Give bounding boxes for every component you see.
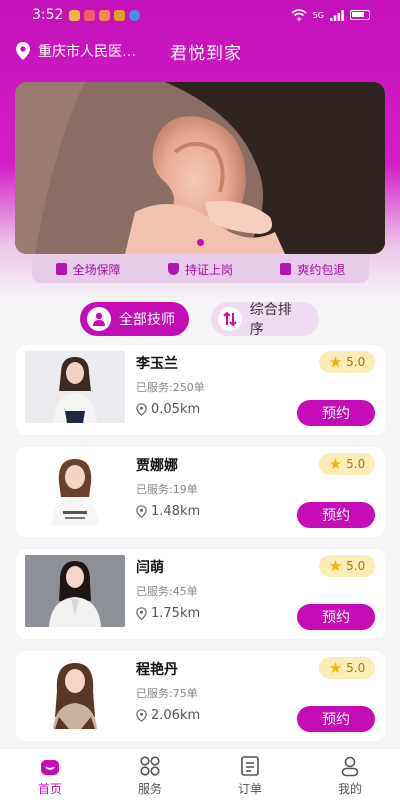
location-pin-icon	[136, 505, 147, 518]
guarantee-item: 全场保障	[55, 261, 121, 278]
guarantee-label: 持证上岗	[184, 262, 233, 277]
technician-name: 程艳丹	[136, 662, 178, 678]
notification-icon	[69, 9, 81, 21]
service-count: 已服务:250单	[136, 381, 205, 394]
star-icon: ★	[328, 454, 343, 473]
location-selector[interactable]: 重庆市人民医…	[38, 41, 156, 61]
refund-icon	[280, 263, 292, 275]
rating-value: 5.0	[346, 457, 366, 471]
book-button[interactable]: 预约	[297, 706, 375, 732]
rating-badge: ★ 5.0	[319, 657, 375, 679]
guarantee-item: 持证上岗	[167, 261, 233, 278]
guarantee-label: 爽约包退	[297, 262, 346, 277]
distance-value: 1.75km	[151, 606, 201, 621]
nav-label: 服务	[137, 782, 162, 796]
tab-label: 全部技师	[119, 312, 175, 328]
technician-card[interactable]: 贾娜娜 已服务:19单 1.48km ★ 5.0 预约	[16, 447, 385, 537]
tab-sort[interactable]: 综合排序	[211, 302, 319, 338]
distance-value: 0.05km	[151, 402, 201, 417]
rating-value: 5.0	[346, 559, 366, 573]
nav-label: 订单	[237, 782, 262, 796]
notification-icon	[114, 9, 126, 21]
badge-icon	[55, 263, 67, 275]
status-bar: 3:52 5G	[0, 0, 400, 30]
technician-photo	[25, 351, 125, 423]
notification-icon	[84, 9, 96, 21]
nav-item-profile[interactable]: 我的	[300, 755, 400, 797]
service-count: 已服务:19单	[136, 483, 198, 496]
book-button[interactable]: 预约	[297, 604, 375, 630]
nav-item-orders[interactable]: 订单	[200, 755, 300, 797]
nav-label: 我的	[337, 782, 362, 796]
technician-name: 贾娜娜	[136, 458, 178, 474]
star-icon: ★	[328, 658, 343, 677]
promo-banner[interactable]	[15, 82, 385, 254]
location-pin-icon	[136, 709, 147, 722]
technician-name: 闫萌	[136, 560, 164, 576]
tab-all-technicians[interactable]: 全部技师	[80, 302, 189, 336]
rating-badge: ★ 5.0	[319, 351, 375, 373]
nav-item-home[interactable]: 首页	[0, 755, 100, 797]
rating-badge: ★ 5.0	[319, 453, 375, 475]
guarantee-item: 爽约包退	[280, 261, 345, 278]
technician-card[interactable]: 程艳丹 已服务:75单 2.06km ★ 5.0 预约	[16, 651, 385, 741]
guarantee-bar: 全场保障 持证上岗 爽约包退	[32, 255, 369, 283]
grid-icon	[140, 756, 160, 776]
technician-name: 李玉兰	[136, 356, 178, 372]
technician-photo	[25, 453, 125, 525]
signal-icon	[330, 9, 344, 21]
star-icon: ★	[328, 352, 343, 371]
carousel-indicator[interactable]	[197, 239, 204, 246]
network-label: 5G	[312, 10, 324, 20]
wifi-icon	[291, 9, 307, 21]
person-icon	[87, 307, 111, 331]
sort-icon	[218, 307, 242, 331]
distance-row: 2.06km	[136, 708, 200, 723]
status-time: 3:52	[32, 7, 64, 23]
service-count: 已服务:45单	[136, 585, 198, 598]
technician-photo	[25, 657, 125, 729]
distance-value: 2.06km	[151, 708, 201, 723]
nav-label: 首页	[37, 782, 62, 796]
distance-row: 1.48km	[136, 504, 200, 519]
book-button[interactable]: 预约	[297, 400, 375, 426]
technician-card[interactable]: 闫萌 已服务:45单 1.75km ★ 5.0 预约	[16, 549, 385, 639]
distance-row: 1.75km	[136, 606, 200, 621]
location-pin-icon	[136, 607, 147, 620]
tab-label: 综合排序	[249, 302, 292, 338]
nav-item-services[interactable]: 服务	[100, 755, 200, 797]
distance-row: 0.05km	[136, 402, 200, 417]
rating-value: 5.0	[346, 661, 366, 675]
page-title: 君悦到家	[170, 43, 242, 64]
book-button[interactable]: 预约	[297, 502, 375, 528]
shield-icon	[167, 263, 179, 275]
distance-value: 1.48km	[151, 504, 201, 519]
notification-icon	[99, 9, 111, 21]
ear-massage-image	[15, 82, 385, 254]
guarantee-label: 全场保障	[72, 262, 121, 277]
service-count: 已服务:75单	[136, 687, 198, 700]
header: 重庆市人民医… 君悦到家	[16, 36, 384, 66]
rating-badge: ★ 5.0	[319, 555, 375, 577]
technician-photo	[25, 555, 125, 627]
location-pin-icon	[136, 403, 147, 416]
rating-value: 5.0	[346, 355, 366, 369]
battery-icon	[350, 10, 370, 20]
notification-icon	[129, 9, 141, 21]
technician-card[interactable]: 李玉兰 已服务:250单 0.05km ★ 5.0 预约	[16, 345, 385, 435]
order-icon	[241, 756, 259, 776]
profile-icon	[341, 756, 359, 777]
bottom-nav: 首页 服务 订单 我的	[0, 748, 400, 800]
star-icon: ★	[328, 556, 343, 575]
home-icon	[41, 760, 59, 775]
filter-tabs: 全部技师 综合排序	[80, 302, 319, 338]
location-pin-icon[interactable]	[16, 42, 30, 60]
